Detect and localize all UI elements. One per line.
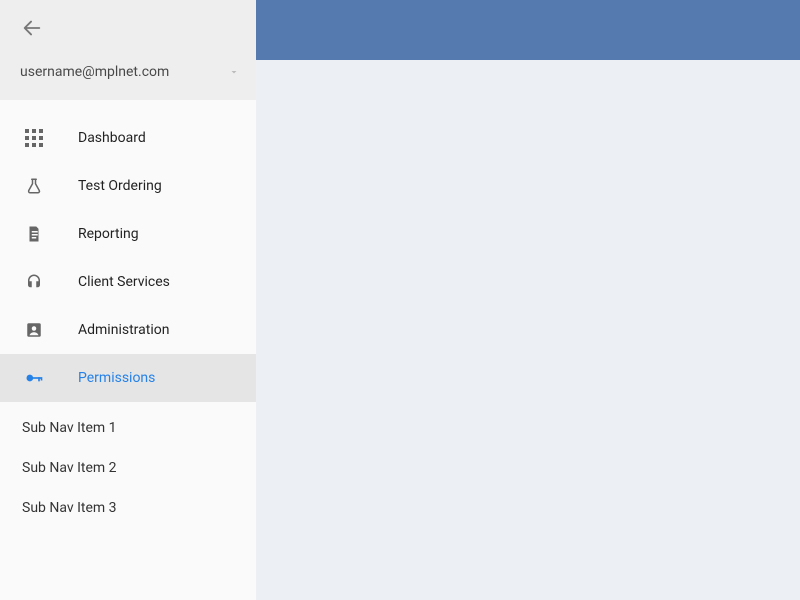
sidebar-item-label: Dashboard bbox=[78, 130, 146, 146]
sidebar-item-client-services[interactable]: Client Services bbox=[0, 258, 256, 306]
headset-icon bbox=[22, 270, 46, 294]
sidebar-item-test-ordering[interactable]: Test Ordering bbox=[0, 162, 256, 210]
subnav-item[interactable]: Sub Nav Item 1 bbox=[0, 408, 256, 448]
subnav-item-label: Sub Nav Item 1 bbox=[22, 420, 117, 436]
sidebar-item-label: Client Services bbox=[78, 274, 170, 290]
user-email: username@mplnet.com bbox=[20, 64, 169, 80]
sidebar-subnav: Sub Nav Item 1 Sub Nav Item 2 Sub Nav It… bbox=[0, 402, 256, 528]
content-area bbox=[256, 60, 800, 600]
app-root: username@mplnet.com Dashboard Test Order… bbox=[0, 0, 800, 600]
user-square-icon bbox=[22, 318, 46, 342]
subnav-item-label: Sub Nav Item 2 bbox=[22, 460, 117, 476]
sidebar-item-administration[interactable]: Administration bbox=[0, 306, 256, 354]
flask-icon bbox=[22, 174, 46, 198]
subnav-item[interactable]: Sub Nav Item 3 bbox=[0, 488, 256, 528]
sidebar: username@mplnet.com Dashboard Test Order… bbox=[0, 0, 256, 600]
subnav-item-label: Sub Nav Item 3 bbox=[22, 500, 117, 516]
user-dropdown[interactable]: username@mplnet.com bbox=[20, 64, 240, 80]
document-icon bbox=[22, 222, 46, 246]
subnav-item[interactable]: Sub Nav Item 2 bbox=[0, 448, 256, 488]
sidebar-item-permissions[interactable]: Permissions bbox=[0, 354, 256, 402]
arrow-left-icon bbox=[21, 17, 43, 39]
main bbox=[256, 0, 800, 600]
sidebar-item-label: Permissions bbox=[78, 370, 155, 386]
sidebar-item-label: Administration bbox=[78, 322, 169, 338]
back-button[interactable] bbox=[20, 16, 44, 40]
sidebar-item-label: Reporting bbox=[78, 226, 139, 242]
chevron-down-icon bbox=[228, 66, 240, 78]
sidebar-item-reporting[interactable]: Reporting bbox=[0, 210, 256, 258]
sidebar-item-label: Test Ordering bbox=[78, 178, 162, 194]
sidebar-item-dashboard[interactable]: Dashboard bbox=[0, 114, 256, 162]
sidebar-header: username@mplnet.com bbox=[0, 0, 256, 100]
apps-grid-icon bbox=[22, 126, 46, 150]
key-icon bbox=[22, 366, 46, 390]
topbar bbox=[256, 0, 800, 60]
sidebar-nav: Dashboard Test Ordering Reporting Client… bbox=[0, 100, 256, 402]
